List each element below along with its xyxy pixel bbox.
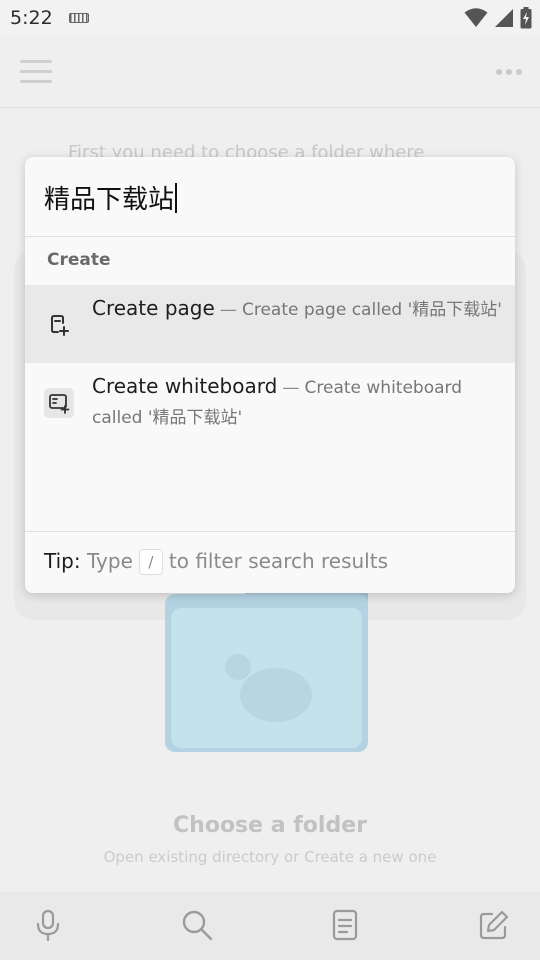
app-header xyxy=(0,36,540,108)
section-label-create: Create xyxy=(47,250,111,270)
search-query: 精品下载站 xyxy=(44,185,175,215)
document-icon[interactable] xyxy=(328,908,362,942)
whiteboard-add-icon xyxy=(44,388,74,418)
slash-key-badge: / xyxy=(138,549,163,575)
create-whiteboard-option[interactable]: Create whiteboard — Create whiteboard ca… xyxy=(25,363,515,441)
search-input[interactable]: 精品下载站 xyxy=(44,179,177,216)
separator: — xyxy=(282,378,300,398)
create-whiteboard-title: Create whiteboard xyxy=(92,374,278,398)
page-add-icon xyxy=(51,315,69,336)
wifi-icon xyxy=(464,8,488,27)
edit-icon[interactable] xyxy=(477,908,511,942)
menu-icon[interactable] xyxy=(20,60,52,84)
choose-folder-title: Choose a folder xyxy=(173,813,367,838)
status-bar: 5:22 xyxy=(0,0,540,36)
folder-illustration xyxy=(165,580,368,752)
search-icon[interactable] xyxy=(180,908,214,942)
divider xyxy=(25,236,515,237)
more-icon[interactable] xyxy=(496,69,522,75)
tip-label: Tip: xyxy=(44,549,81,573)
create-page-option[interactable]: Create page — Create page called '精品下载站' xyxy=(25,285,515,363)
status-time: 5:22 xyxy=(10,7,53,29)
tip-text-after: to filter search results xyxy=(168,549,389,573)
separator: — xyxy=(219,300,237,320)
tip-text-before: Type xyxy=(86,549,133,573)
battery-charging-icon xyxy=(520,7,532,29)
choose-folder-subtitle: Open existing directory or Create a new … xyxy=(103,848,437,866)
search-popup: 精品下载站 Create Create page — Create page c… xyxy=(25,157,515,593)
search-tip: Tip: Type / to filter search results xyxy=(44,549,388,575)
microphone-icon[interactable] xyxy=(31,908,65,942)
text-caret xyxy=(175,183,177,213)
signal-icon xyxy=(495,9,513,27)
bottom-toolbar xyxy=(0,892,540,960)
create-page-title: Create page xyxy=(92,296,215,320)
keyboard-icon xyxy=(69,13,89,23)
create-page-description: Create page called '精品下载站' xyxy=(241,300,502,320)
divider xyxy=(25,531,515,532)
